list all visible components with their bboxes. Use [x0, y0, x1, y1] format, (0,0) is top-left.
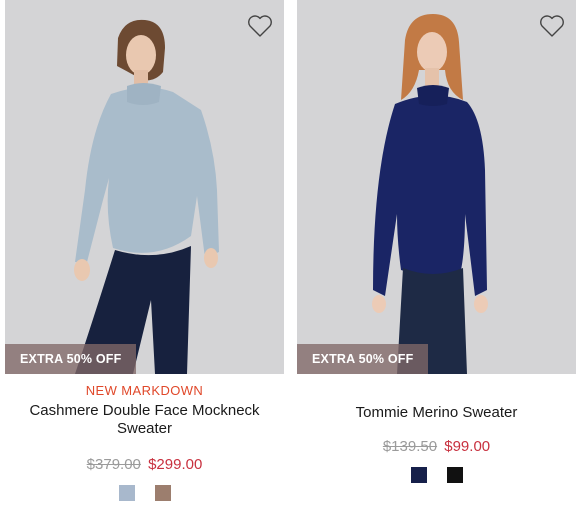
- promo-badge: EXTRA 50% OFF: [297, 344, 429, 374]
- color-swatches: [5, 485, 284, 501]
- product-image[interactable]: EXTRA 50% OFF: [297, 0, 576, 374]
- sale-price: $99.00: [444, 438, 491, 455]
- wishlist-heart-icon[interactable]: [538, 13, 566, 39]
- wishlist-heart-icon[interactable]: [246, 13, 274, 39]
- swatch-navy[interactable]: [410, 467, 427, 483]
- original-price: $139.50: [382, 438, 438, 455]
- color-swatches: [297, 467, 576, 483]
- swatch-light-blue[interactable]: [118, 485, 135, 501]
- model-photo: [372, 14, 488, 374]
- price-row: $139.50 $99.00: [297, 438, 576, 456]
- product-image[interactable]: EXTRA 50% OFF: [5, 0, 284, 374]
- markdown-label: NEW MARKDOWN: [85, 383, 204, 398]
- product-card[interactable]: EXTRA 50% OFF NEW MARKDOWN Cashmere Doub…: [5, 0, 284, 501]
- product-name[interactable]: Cashmere Double Face Mockneck Sweater: [20, 402, 270, 438]
- swatch-black[interactable]: [446, 467, 463, 483]
- sale-price: $299.00: [148, 456, 203, 473]
- product-card[interactable]: EXTRA 50% OFF Tommie Merino Sweater $139…: [297, 0, 576, 483]
- price-row: $379.00 $299.00: [5, 456, 284, 474]
- product-name[interactable]: Tommie Merino Sweater: [312, 404, 562, 422]
- model-photo: [74, 19, 219, 374]
- swatch-taupe[interactable]: [154, 485, 171, 501]
- original-price: $379.00: [86, 456, 141, 473]
- promo-badge: EXTRA 50% OFF: [5, 344, 137, 374]
